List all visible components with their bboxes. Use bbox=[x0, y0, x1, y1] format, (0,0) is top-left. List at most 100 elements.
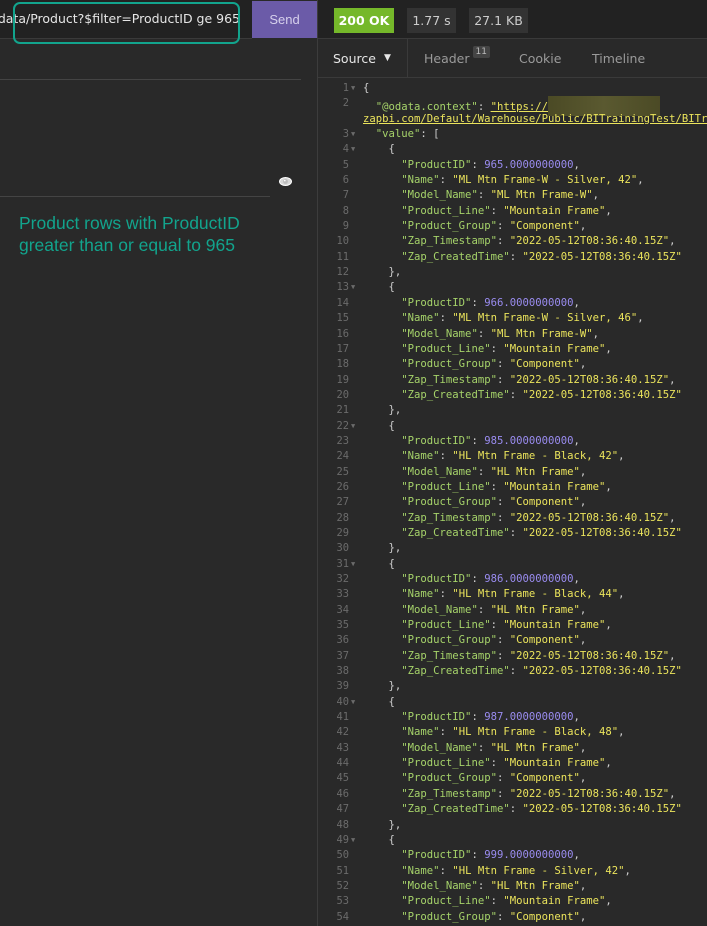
code-text: "Product_Group": "Component", bbox=[401, 220, 587, 233]
line-number: 40 bbox=[336, 695, 349, 708]
request-pane: /odata/Product?$filter=ProductID ge 965 … bbox=[0, 0, 317, 926]
line-number: 43 bbox=[336, 741, 349, 754]
tab-timeline[interactable]: Timeline bbox=[592, 39, 645, 77]
tab-source[interactable]: Source ▼ bbox=[333, 39, 391, 77]
code-text: "ProductID": 986.0000000000, bbox=[401, 573, 580, 585]
code-line: 31 ▼ { bbox=[318, 557, 707, 572]
tab-label: Header bbox=[424, 50, 470, 66]
code-text: "ProductID": 966.0000000000, bbox=[401, 296, 580, 309]
code-line: 44 "Product_Line": "Mountain Frame", bbox=[318, 756, 707, 771]
code-text: }, bbox=[388, 818, 402, 831]
code-line: 2 "@odata.context": "https:// bbox=[318, 96, 707, 117]
code-text: { bbox=[388, 557, 395, 570]
code-text: "Product_Group": "Component", bbox=[401, 496, 587, 509]
code-text: "ProductID": 965.0000000000, bbox=[401, 158, 580, 171]
line-number: 17 bbox=[336, 342, 349, 355]
code-text: "Zap_Timestamp": "2022-05-12T08:36:40.15… bbox=[401, 787, 676, 800]
code-text: }, bbox=[388, 266, 402, 279]
line-number: 8 bbox=[342, 204, 349, 217]
code-text: }, bbox=[388, 542, 402, 555]
code-text: "Product_Line": "Mountain Frame", bbox=[401, 480, 612, 493]
code-text: }, bbox=[388, 680, 402, 693]
code-line: 42 "Name": "HL Mtn Frame - Black, 48", bbox=[318, 725, 707, 740]
code-line: 8 "Product_Line": "Mountain Frame", bbox=[318, 204, 707, 219]
line-number: 38 bbox=[336, 665, 349, 678]
code-line: 41 "ProductID": 987.0000000000, bbox=[318, 710, 707, 725]
response-size-badge: 27.1 KB bbox=[469, 8, 528, 33]
tab-header[interactable]: Header 11 bbox=[424, 39, 490, 77]
code-line: 50 "ProductID": 999.0000000000, bbox=[318, 848, 707, 863]
tab-cookie[interactable]: Cookie bbox=[519, 39, 561, 77]
fold-toggle-icon[interactable]: ▼ bbox=[351, 280, 355, 295]
code-text: "Product_Line": "Mountain Frame", bbox=[401, 619, 612, 632]
code-text: "Name": "HL Mtn Frame - Black, 44", bbox=[401, 588, 625, 601]
response-tabs: Source ▼ Header 11 Cookie Timeline bbox=[318, 39, 707, 78]
line-number: 39 bbox=[336, 680, 349, 693]
fold-toggle-icon[interactable]: ▼ bbox=[351, 695, 355, 710]
line-number: 49 bbox=[336, 833, 349, 846]
code-text: "Model_Name": "HL Mtn Frame", bbox=[401, 741, 587, 754]
line-number: 42 bbox=[336, 726, 349, 739]
code-text: "Zap_CreatedTime": "2022-05-12T08:36:40.… bbox=[401, 526, 682, 539]
code-line: 53 "Product_Line": "Mountain Frame", bbox=[318, 894, 707, 909]
code-line: 45 "Product_Group": "Component", bbox=[318, 771, 707, 786]
line-number: 25 bbox=[336, 465, 349, 478]
code-line: 34 "Model_Name": "HL Mtn Frame", bbox=[318, 603, 707, 618]
line-number: 11 bbox=[336, 250, 349, 263]
fold-toggle-icon[interactable]: ▼ bbox=[351, 127, 355, 142]
code-line: 27 "Product_Group": "Component", bbox=[318, 495, 707, 510]
code-text: "Model_Name": "HL Mtn Frame", bbox=[401, 603, 587, 616]
code-text: "Product_Group": "Component", bbox=[401, 634, 587, 647]
code-text: "ProductID": 985.0000000000, bbox=[401, 434, 580, 447]
code-text: "Name": "HL Mtn Frame - Silver, 42", bbox=[401, 864, 631, 877]
line-number: 52 bbox=[336, 879, 349, 892]
code-line: 22 ▼ { bbox=[318, 419, 707, 434]
divider bbox=[0, 79, 301, 80]
fold-toggle-icon[interactable]: ▼ bbox=[351, 419, 355, 434]
url-input[interactable]: /odata/Product?$filter=ProductID ge 965 bbox=[0, 11, 240, 26]
code-line: 46 "Zap_Timestamp": "2022-05-12T08:36:40… bbox=[318, 787, 707, 802]
code-line: 3 ▼ "value": [ bbox=[318, 127, 707, 142]
fold-toggle-icon[interactable]: ▼ bbox=[351, 833, 355, 848]
fold-toggle-icon[interactable]: ▼ bbox=[351, 81, 355, 96]
line-number: 37 bbox=[336, 649, 349, 662]
code-line: 19 "Zap_Timestamp": "2022-05-12T08:36:40… bbox=[318, 373, 707, 388]
code-text: { bbox=[388, 419, 395, 432]
response-body-viewer[interactable]: 1 ▼{2 "@odata.context": "https://zapbi.co… bbox=[318, 81, 707, 926]
line-number: 51 bbox=[336, 864, 349, 877]
line-number: 33 bbox=[336, 588, 349, 601]
line-number: 53 bbox=[336, 895, 349, 908]
code-line: 21 }, bbox=[318, 403, 707, 418]
code-line: 54 "Product_Group": "Component", bbox=[318, 910, 707, 925]
code-line: 20 "Zap_CreatedTime": "2022-05-12T08:36:… bbox=[318, 388, 707, 403]
code-line: 12 }, bbox=[318, 265, 707, 280]
url-bar[interactable]: /odata/Product?$filter=ProductID ge 965 bbox=[0, 0, 252, 39]
code-text: "Product_Group": "Component", bbox=[401, 358, 587, 371]
line-number: 50 bbox=[336, 849, 349, 862]
code-text: "Model_Name": "HL Mtn Frame", bbox=[401, 465, 587, 478]
code-text: "Product_Line": "Mountain Frame", bbox=[401, 895, 612, 908]
code-line: 5 "ProductID": 965.0000000000, bbox=[318, 158, 707, 173]
code-text: "Product_Line": "Mountain Frame", bbox=[401, 342, 612, 355]
fold-toggle-icon[interactable]: ▼ bbox=[351, 557, 355, 572]
code-line: 52 "Model_Name": "HL Mtn Frame", bbox=[318, 879, 707, 894]
line-number: 13 bbox=[336, 281, 349, 294]
code-text: "Model_Name": "ML Mtn Frame-W", bbox=[401, 327, 600, 340]
code-text: "value": [ bbox=[375, 128, 440, 141]
fold-toggle-icon[interactable]: ▼ bbox=[351, 142, 355, 157]
eye-icon[interactable] bbox=[279, 177, 292, 186]
line-number: 9 bbox=[342, 220, 349, 233]
line-number: 54 bbox=[336, 910, 349, 923]
code-line: 36 "Product_Group": "Component", bbox=[318, 633, 707, 648]
code-line: 33 "Name": "HL Mtn Frame - Black, 44", bbox=[318, 587, 707, 602]
line-number: 24 bbox=[336, 450, 349, 463]
code-text: "Zap_Timestamp": "2022-05-12T08:36:40.15… bbox=[401, 235, 676, 248]
line-number: 44 bbox=[336, 757, 349, 770]
code-text: { bbox=[388, 833, 395, 846]
code-text: "Product_Line": "Mountain Frame", bbox=[401, 757, 612, 770]
send-button[interactable]: Send bbox=[252, 1, 317, 38]
line-number: 2 bbox=[342, 97, 349, 110]
line-number: 3 bbox=[342, 128, 349, 141]
line-number: 15 bbox=[336, 312, 349, 325]
line-number: 20 bbox=[336, 388, 349, 401]
